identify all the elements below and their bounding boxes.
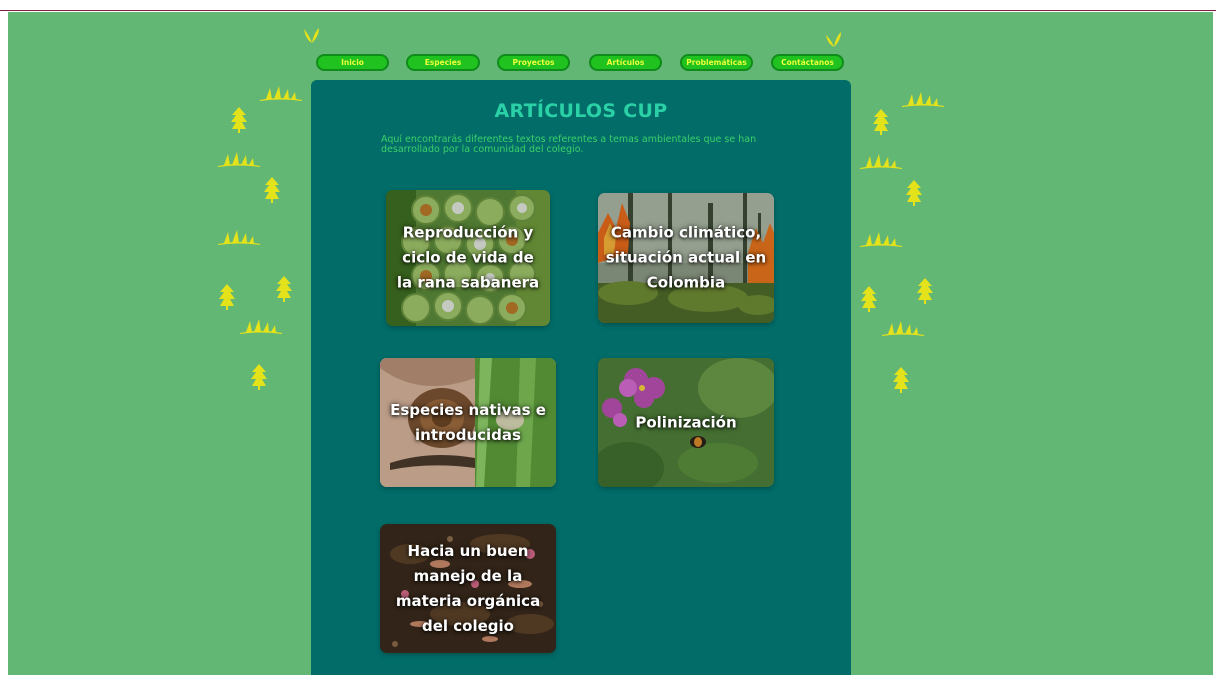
pine-leaf-icon xyxy=(251,364,267,390)
article-card-rana-sabanera[interactable]: Reproducción y ciclo de vida de la rana … xyxy=(386,190,550,326)
nav-item-contactanos[interactable]: Contáctanos xyxy=(771,54,844,71)
fern-leaf-icon xyxy=(218,152,260,167)
page-subtitle: Aquí encontrarás diferentes textos refer… xyxy=(381,134,757,155)
page-background: Inicio Especies Proyectos Artículos Prob… xyxy=(8,12,1213,675)
nav-item-articulos[interactable]: Artículos xyxy=(589,54,662,71)
article-card-label: Especies nativas e introducidas xyxy=(390,400,546,444)
article-card-label: Polinización xyxy=(635,413,737,431)
fern-leaf-icon xyxy=(260,86,302,101)
fern-leaf-icon xyxy=(882,321,924,336)
pine-leaf-icon xyxy=(231,107,247,133)
article-card-polinizacion[interactable]: Polinización xyxy=(598,358,774,487)
pine-leaf-icon xyxy=(276,276,292,302)
browser-top-border xyxy=(0,0,1216,11)
fern-leaf-icon xyxy=(218,230,260,245)
content-panel: ARTÍCULOS CUP Aquí encontrarás diferente… xyxy=(311,80,851,675)
article-card-cambio-climatico[interactable]: Cambio climático, situación actual en Co… xyxy=(598,193,774,323)
leaf-sprout-icon xyxy=(826,32,841,47)
article-card-label: Hacia un buen manejo de la materia orgán… xyxy=(395,541,541,635)
nav-item-especies[interactable]: Especies xyxy=(406,54,480,71)
fern-leaf-icon xyxy=(902,92,944,107)
fern-leaf-icon xyxy=(240,319,282,334)
pine-leaf-icon xyxy=(893,367,909,393)
pine-leaf-icon xyxy=(917,278,933,304)
article-card-label: Cambio climático, situación actual en Co… xyxy=(605,223,767,292)
fern-leaf-icon xyxy=(860,154,902,169)
pine-leaf-icon xyxy=(861,286,877,312)
nav-item-proyectos[interactable]: Proyectos xyxy=(497,54,570,71)
pine-leaf-icon xyxy=(219,284,235,310)
leaf-sprout-icon xyxy=(304,28,319,43)
fern-leaf-icon xyxy=(860,232,902,247)
pine-leaf-icon xyxy=(264,177,280,203)
article-card-especies[interactable]: Especies nativas e introducidas xyxy=(380,358,556,487)
article-card-materia-organica[interactable]: Hacia un buen manejo de la materia orgán… xyxy=(380,524,556,653)
pine-leaf-icon xyxy=(873,109,889,135)
main-nav: Inicio Especies Proyectos Artículos Prob… xyxy=(316,54,846,72)
article-card-label: Reproducción y ciclo de vida de la rana … xyxy=(396,223,540,292)
nav-item-inicio[interactable]: Inicio xyxy=(316,54,389,71)
nav-item-problematicas[interactable]: Problemáticas xyxy=(680,54,753,71)
pine-leaf-icon xyxy=(906,180,922,206)
page-title: ARTÍCULOS CUP xyxy=(494,100,668,122)
